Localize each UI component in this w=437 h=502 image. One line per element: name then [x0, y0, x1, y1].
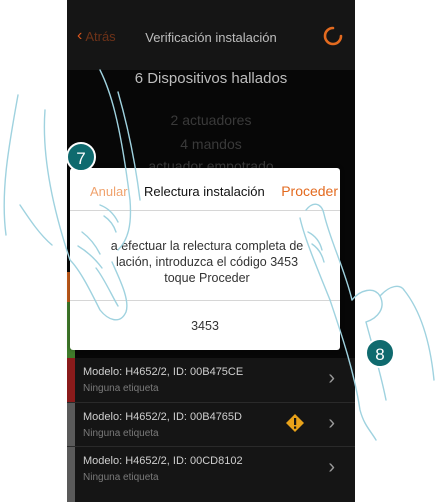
chevron-right-icon: ›	[328, 456, 335, 478]
device-model: Modelo: H4652/2, ID: 00CD8102	[83, 455, 243, 467]
proceed-button[interactable]: Proceder	[281, 183, 338, 199]
refresh-icon[interactable]	[323, 26, 343, 46]
dialog-message-line: lación, introduzca el código 3453	[115, 255, 299, 269]
warning-icon	[286, 414, 304, 432]
device-row[interactable]: Modelo: H4652/2, ID: 00B4765D Ninguna et…	[67, 402, 355, 446]
dialog-message-line: toque Proceder	[164, 271, 250, 285]
chevron-right-icon: ›	[328, 412, 335, 434]
device-tag: Ninguna etiqueta	[83, 383, 159, 394]
cancel-button[interactable]: Anular	[90, 184, 128, 199]
step-badge-7: 7	[66, 142, 96, 172]
page-title: Verificación instalación	[145, 30, 277, 45]
device-row[interactable]: Modelo: H4652/2, ID: 00CD8102 Ninguna et…	[67, 446, 355, 502]
reread-dialog: Anular Relectura instalación Proceder a …	[70, 168, 340, 350]
dialog-title: Relectura instalación	[144, 184, 265, 199]
device-tag: Ninguna etiqueta	[83, 428, 159, 439]
divider	[70, 210, 340, 211]
divider	[70, 300, 340, 301]
device-model: Modelo: H4652/2, ID: 00B4765D	[83, 411, 242, 423]
chevron-right-icon: ›	[328, 367, 335, 389]
step-badge-8: 8	[365, 338, 395, 368]
device-stripe	[67, 403, 75, 446]
device-stripe	[67, 447, 75, 502]
controls-count: 4 mandos	[180, 136, 242, 152]
device-stripe	[67, 358, 75, 402]
device-tag: Ninguna etiqueta	[83, 472, 159, 483]
device-model: Modelo: H4652/2, ID: 00B475CE	[83, 366, 244, 378]
devices-found-label: 6 Dispositivos hallados	[134, 70, 288, 87]
nav-header: ‹ Atrás Verificación instalación	[67, 0, 355, 70]
dialog-message-line: a efectuar la relectura completa de	[110, 239, 304, 253]
code-input[interactable]	[70, 314, 340, 338]
actuators-count: 2 actuadores	[170, 112, 252, 128]
device-row[interactable]: Modelo: H4652/2, ID: 00B475CE Ninguna et…	[67, 358, 355, 402]
dialog-message: a efectuar la relectura completa de laci…	[84, 238, 330, 286]
